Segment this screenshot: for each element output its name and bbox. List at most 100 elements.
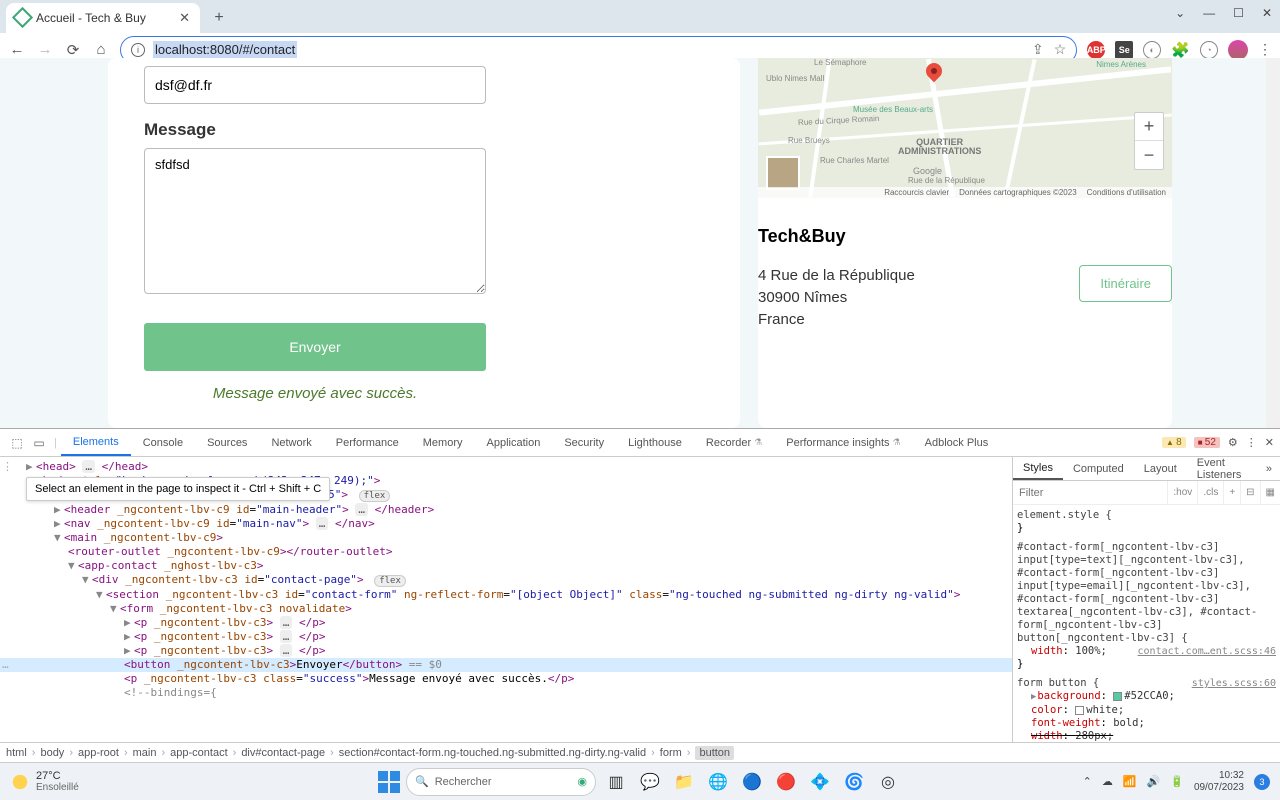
styles-filter-input[interactable] xyxy=(1013,487,1167,499)
dom-node[interactable]: ▶<p _ngcontent-lbv-c3> … </p> xyxy=(0,616,1012,630)
dom-node[interactable]: …<button _ngcontent-lbv-c3>Envoyer</butt… xyxy=(0,658,1012,672)
extension-icon-2[interactable]: ◔ xyxy=(1200,41,1218,59)
crumb[interactable]: app-root xyxy=(78,747,119,759)
notification-badge[interactable]: 3 xyxy=(1254,774,1270,790)
clock[interactable]: 10:32 09/07/2023 xyxy=(1194,770,1244,793)
vscode-icon[interactable]: 💠 xyxy=(806,768,834,796)
breadcrumbs[interactable]: html›body›app-root›main›app-contact›div#… xyxy=(0,742,1280,762)
taskview-icon[interactable]: ▥ xyxy=(602,768,630,796)
edge-icon[interactable]: 🌀 xyxy=(840,768,868,796)
dom-node[interactable]: ▶<p _ngcontent-lbv-c3> … </p> xyxy=(0,644,1012,658)
message-field[interactable] xyxy=(144,148,486,294)
explorer-icon[interactable]: 📁 xyxy=(670,768,698,796)
sound-icon[interactable]: 🔊 xyxy=(1147,775,1161,788)
devtools-tab-network[interactable]: Network xyxy=(259,429,323,456)
taskbar-search[interactable]: 🔍 Rechercher ◉ xyxy=(406,768,596,796)
dom-node[interactable]: ▶<nav _ngcontent-lbv-c9 id="main-nav"> …… xyxy=(0,517,1012,531)
dom-node[interactable]: ▶<header _ngcontent-lbv-c9 id="main-head… xyxy=(0,503,1012,517)
share-icon[interactable]: ⇪ xyxy=(1032,41,1044,58)
submit-button[interactable]: Envoyer xyxy=(144,323,486,371)
devtools-tab-recorder[interactable]: Recorder⚗ xyxy=(694,429,774,456)
directions-button[interactable]: Itinéraire xyxy=(1079,265,1172,302)
crumb[interactable]: section#contact-form.ng-touched.ng-submi… xyxy=(339,747,646,759)
devtools-tab-performance[interactable]: Performance xyxy=(324,429,411,456)
zoom-out-button[interactable]: − xyxy=(1135,141,1163,169)
devtools-close-icon[interactable]: ✕ xyxy=(1265,436,1274,449)
map[interactable]: Ublo Nimes Mall Le Sémaphore Musée des B… xyxy=(758,58,1172,198)
toggle-icon-2[interactable]: ▦ xyxy=(1260,481,1280,504)
new-rule-button[interactable]: + xyxy=(1223,481,1240,504)
device-toggle-icon[interactable]: ▭ xyxy=(28,436,50,450)
scrollbar[interactable] xyxy=(1266,58,1280,428)
devtools-tab-security[interactable]: Security xyxy=(552,429,616,456)
devtools-tab-lighthouse[interactable]: Lighthouse xyxy=(616,429,694,456)
tab-close-icon[interactable]: ✕ xyxy=(179,10,190,26)
maximize-button[interactable]: ☐ xyxy=(1233,6,1244,20)
devtools-tab-elements[interactable]: Elements xyxy=(61,429,131,456)
side-tab-event listeners[interactable]: Event Listeners xyxy=(1187,457,1258,481)
minimize-button[interactable]: — xyxy=(1203,6,1215,20)
crumb[interactable]: button xyxy=(695,746,734,760)
error-badge[interactable]: 52 xyxy=(1194,437,1220,448)
chrome-profile-icon[interactable]: 🔴 xyxy=(772,768,800,796)
devtools-tab-console[interactable]: Console xyxy=(131,429,195,456)
dom-node[interactable]: ▶<head> … </head> xyxy=(0,460,1012,474)
crumb[interactable]: html xyxy=(6,747,27,759)
canary-icon[interactable]: 🔵 xyxy=(738,768,766,796)
tray-chevron-icon[interactable]: ⌃ xyxy=(1083,775,1092,788)
side-tab-computed[interactable]: Computed xyxy=(1063,463,1134,475)
crumb[interactable]: main xyxy=(133,747,157,759)
browser-tab[interactable]: Accueil - Tech & Buy ✕ xyxy=(6,3,200,33)
chevron-down-icon[interactable]: ⌄ xyxy=(1175,6,1185,20)
zoom-in-button[interactable]: + xyxy=(1135,113,1163,141)
more-tabs-icon[interactable]: » xyxy=(1258,463,1280,475)
browser-menu-icon[interactable]: ⋮ xyxy=(1258,41,1272,58)
back-button[interactable]: ← xyxy=(8,41,26,58)
home-button[interactable]: ⌂ xyxy=(92,41,110,58)
dom-node[interactable]: ▼<main _ngcontent-lbv-c9> xyxy=(0,531,1012,545)
bookmark-icon[interactable]: ☆ xyxy=(1054,41,1067,58)
cls-toggle[interactable]: .cls xyxy=(1197,481,1223,504)
warning-badge[interactable]: 8 xyxy=(1162,437,1186,448)
weather-widget[interactable]: 27°C Ensoleillé xyxy=(10,770,79,793)
devtools-tab-sources[interactable]: Sources xyxy=(195,429,259,456)
chrome-icon[interactable]: 🌐 xyxy=(704,768,732,796)
crumb[interactable]: body xyxy=(40,747,64,759)
devtools-tab-adblock-plus[interactable]: Adblock Plus xyxy=(913,429,1001,456)
devtools-settings-icon[interactable]: ⚙ xyxy=(1228,436,1238,449)
devtools-tab-performance-insights[interactable]: Performance insights⚗ xyxy=(774,429,912,456)
dom-node[interactable]: <p _ngcontent-lbv-c3 class="success">Mes… xyxy=(0,672,1012,686)
extensions-icon[interactable]: 🧩 xyxy=(1171,41,1190,59)
new-tab-button[interactable]: + xyxy=(206,5,232,31)
onedrive-icon[interactable]: ☁ xyxy=(1102,775,1113,788)
devtools-menu-icon[interactable]: ⋮ xyxy=(1246,436,1257,449)
dom-node[interactable]: ▼<app-contact _nghost-lbv-c3> xyxy=(0,559,1012,573)
profile-avatar[interactable] xyxy=(1228,40,1248,60)
dom-tree[interactable]: ⋮ Select an element in the page to inspe… xyxy=(0,457,1012,742)
map-layer-thumb[interactable] xyxy=(766,156,800,190)
selenium-icon[interactable]: Se xyxy=(1115,41,1133,59)
devtools-tab-memory[interactable]: Memory xyxy=(411,429,475,456)
battery-icon[interactable]: 🔋 xyxy=(1170,775,1184,788)
dom-node[interactable]: <!--bindings={ xyxy=(0,686,1012,700)
inspect-icon[interactable]: ⬚ xyxy=(6,436,28,450)
email-field[interactable] xyxy=(144,66,486,104)
side-tab-layout[interactable]: Layout xyxy=(1134,463,1187,475)
site-info-icon[interactable]: i xyxy=(131,43,145,57)
hov-toggle[interactable]: :hov xyxy=(1167,481,1197,504)
close-window-button[interactable]: ✕ xyxy=(1262,6,1272,20)
extension-icon[interactable]: ◐ xyxy=(1143,41,1161,59)
side-tab-styles[interactable]: Styles xyxy=(1013,457,1063,480)
app-icon[interactable]: ◎ xyxy=(874,768,902,796)
crumb[interactable]: div#contact-page xyxy=(241,747,325,759)
wifi-icon[interactable]: 📶 xyxy=(1123,775,1137,788)
styles-pane[interactable]: element.style {}#contact-form[_ngcontent… xyxy=(1013,505,1280,742)
dom-node[interactable]: ▼<form _ngcontent-lbv-c3 novalidate> xyxy=(0,602,1012,616)
dom-node[interactable]: ▼<section _ngcontent-lbv-c3 id="contact-… xyxy=(0,588,1012,602)
reload-button[interactable]: ⟳ xyxy=(64,41,82,59)
devtools-tab-application[interactable]: Application xyxy=(475,429,553,456)
dom-node[interactable]: ▼<div _ngcontent-lbv-c3 id="contact-page… xyxy=(0,573,1012,588)
dom-node[interactable]: ▶<p _ngcontent-lbv-c3> … </p> xyxy=(0,630,1012,644)
dom-node[interactable]: <router-outlet _ngcontent-lbv-c9></route… xyxy=(0,545,1012,559)
crumb[interactable]: app-contact xyxy=(170,747,227,759)
